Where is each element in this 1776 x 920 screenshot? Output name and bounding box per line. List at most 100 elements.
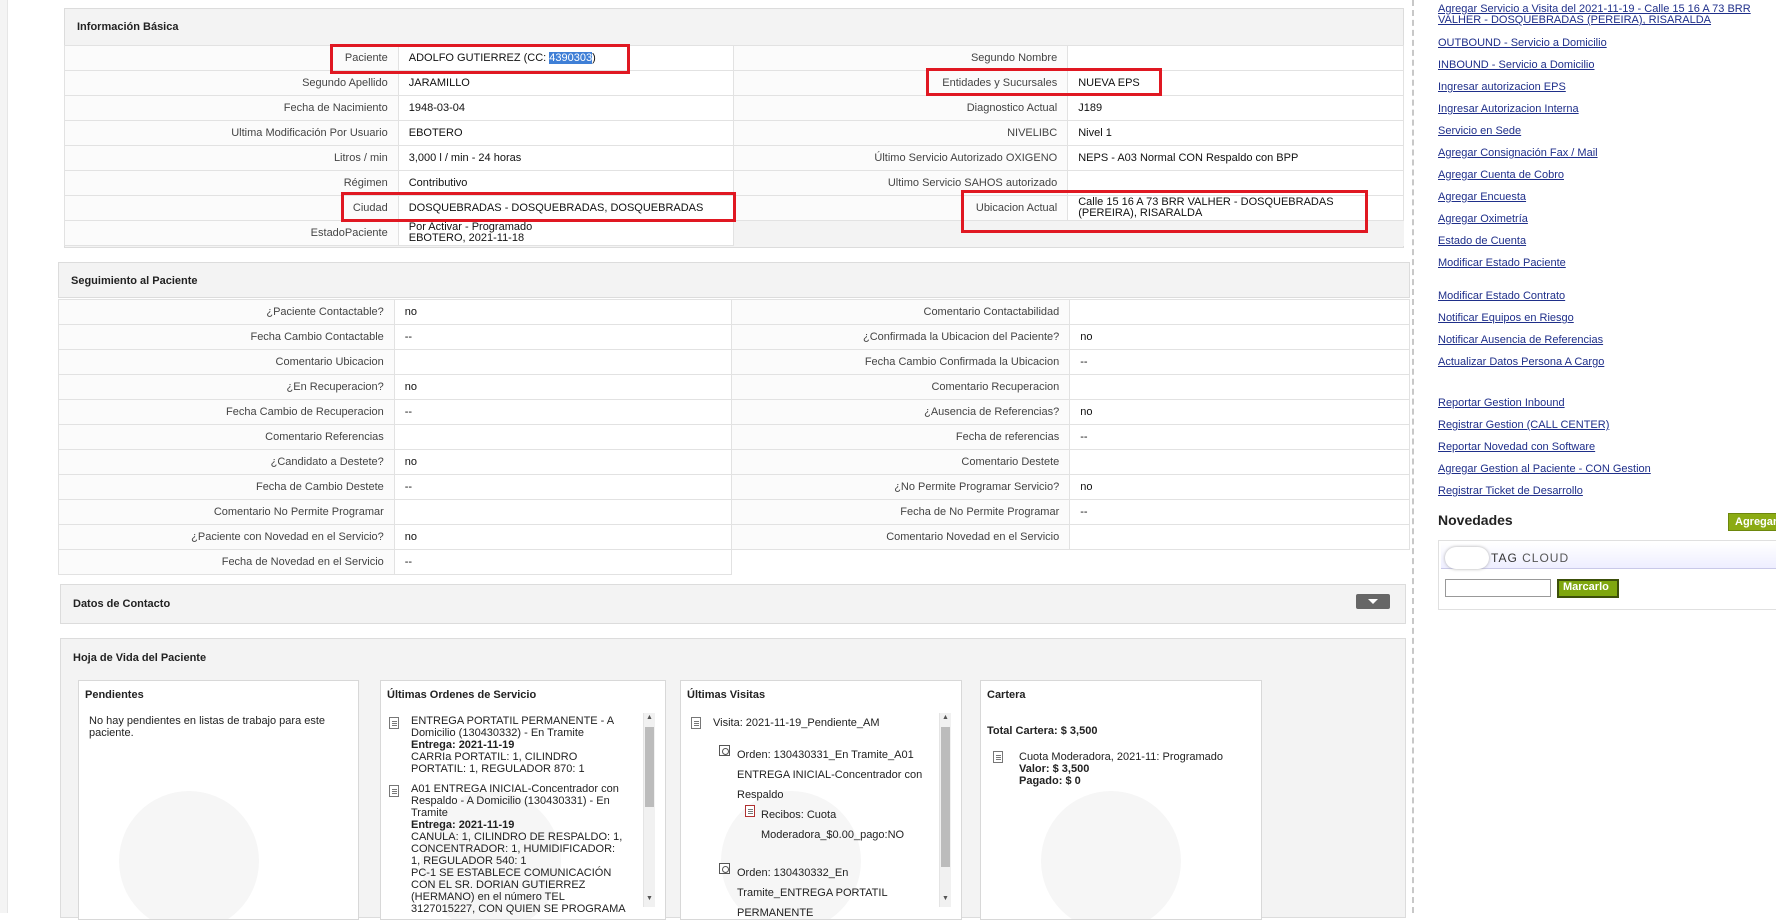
label-litros: Litros / min — [64, 145, 399, 171]
link-outbound[interactable]: OUTBOUND - Servicio a Domicilio — [1438, 37, 1607, 50]
value-candidato-destete: no — [393, 449, 733, 475]
link-ausencia-referencias[interactable]: Notificar Ausencia de Referencias — [1438, 334, 1604, 347]
annotation-box-entidades — [926, 68, 1162, 96]
tag-cloud-header: TAG CLOUD — [1441, 543, 1776, 569]
value-ausencia-referencias: no — [1069, 399, 1410, 425]
scroll-thumb[interactable] — [645, 727, 654, 807]
scroll-down-icon[interactable]: ▼ — [646, 895, 653, 902]
wallet-item[interactable]: Cuota Moderadora, 2021-11: Programado Va… — [1019, 751, 1223, 787]
visit-item[interactable]: Visita: 2021-11-19_Pendiente_AM — [713, 717, 880, 729]
marcarlo-button[interactable]: Marcarlo — [1557, 579, 1619, 598]
left-border — [0, 0, 8, 913]
pending-text: No hay pendientes en listas de trabajo p… — [89, 715, 326, 739]
visit-receipt-detail: Moderadora_$0.00_pago:NO — [761, 829, 905, 841]
value-en-recuperacion: no — [393, 374, 733, 400]
label-estado-paciente: EstadoPaciente — [64, 220, 399, 246]
label-segundo-nombre: Segundo Nombre — [733, 45, 1069, 71]
value-segundo-apellido: JARAMILLO — [397, 70, 735, 96]
scroll-down-icon[interactable]: ▼ — [942, 895, 949, 902]
label-contactable: ¿Paciente Contactable? — [58, 299, 395, 325]
scroll-up-icon[interactable]: ▲ — [646, 714, 653, 721]
agregar-button[interactable]: Agregar — [1728, 513, 1776, 531]
expand-toggle-icon[interactable] — [1356, 594, 1390, 609]
label-fecha-nacimiento: Fecha de Nacimiento — [64, 95, 399, 121]
label-fecha-recuperacion: Fecha Cambio de Recuperacion — [58, 399, 395, 425]
label-fecha-novedad: Fecha de Novedad en el Servicio — [58, 549, 395, 575]
link-cuenta-cobro[interactable]: Agregar Cuenta de Cobro — [1438, 169, 1607, 182]
link-autorizacion-interna[interactable]: Ingresar Autorizacion Interna — [1438, 103, 1607, 116]
basic-info-title: Información Básica — [77, 21, 179, 33]
link-novedad-software[interactable]: Reportar Novedad con Software — [1438, 441, 1651, 454]
follow-up-header: Seguimiento al Paciente — [58, 262, 1410, 298]
link-consignacion[interactable]: Agregar Consignación Fax / Mail — [1438, 147, 1607, 160]
vertical-divider — [1412, 0, 1414, 913]
value-fecha-destete: -- — [393, 474, 733, 500]
order-item[interactable]: A01 ENTREGA INICIAL-Concentrador con Resp… — [411, 783, 641, 915]
wallet-title: Cartera — [987, 689, 1026, 701]
label-ultima-modificacion: Ultima Modificación Por Usuario — [64, 120, 399, 146]
value-estado-paciente: Por Activar - Programado EBOTERO, 2021-11… — [397, 220, 735, 246]
link-modificar-estado-paciente[interactable]: Modificar Estado Paciente — [1438, 257, 1607, 270]
link-gestion-paciente[interactable]: Agregar Gestion al Paciente - CON Gestio… — [1438, 463, 1651, 476]
pending-title: Pendientes — [85, 689, 144, 701]
scroll-up-icon[interactable]: ▲ — [942, 714, 949, 721]
label-nivelibc: NIVELIBC — [733, 120, 1069, 146]
link-equipos-riesgo[interactable]: Notificar Equipos en Riesgo — [1438, 312, 1604, 325]
wallet-total: Total Cartera: $ 3,500 — [987, 725, 1098, 737]
link-inbound[interactable]: INBOUND - Servicio a Domicilio — [1438, 59, 1607, 72]
order-doc-icon — [389, 717, 399, 729]
visit-receipt[interactable]: Recibos: Cuota — [761, 805, 836, 825]
link-actualizar-datos[interactable]: Actualizar Datos Persona A Cargo — [1438, 356, 1604, 369]
link-estado-cuenta[interactable]: Estado de Cuenta — [1438, 235, 1607, 248]
value-diagnostico: J189 — [1067, 95, 1404, 121]
label-fecha-confirmada-ubicacion: Fecha Cambio Confirmada la Ubicacion — [731, 349, 1071, 375]
right-sidebar: Agregar Servicio a Visita del 2021-11-19… — [1438, 0, 1776, 913]
main-content: Información Básica Paciente ADOLFO GUTIE… — [58, 0, 1410, 920]
contact-panel[interactable]: Datos de Contacto — [60, 584, 1406, 624]
wallet-doc-icon — [993, 751, 1003, 763]
order-status-icon — [719, 863, 730, 874]
link-servicio-sede[interactable]: Servicio en Sede — [1438, 125, 1607, 138]
label-comentario-no-permite: Comentario No Permite Programar — [58, 499, 395, 525]
table-row: ¿Paciente con Novedad en el Servicio? no C… — [58, 524, 1410, 550]
visit-order-2[interactable]: Orden: 130430332_En Tramite_ENTREGA PORTA… — [737, 863, 888, 919]
scroll-thumb[interactable] — [941, 727, 950, 867]
value-comentario-ubicacion — [393, 349, 733, 375]
link-gestion-call-center[interactable]: Registrar Gestion (CALL CENTER) — [1438, 419, 1651, 432]
table-row: ¿En Recuperacion? no Comentario Recuperaci… — [58, 374, 1410, 400]
order-status-icon — [719, 745, 730, 756]
table-row: ¿Candidato a Destete? no Comentario Destet… — [58, 449, 1410, 475]
link-gestion-inbound[interactable]: Reportar Gestion Inbound — [1438, 397, 1651, 410]
link-autorizacion-eps[interactable]: Ingresar autorizacion EPS — [1438, 81, 1607, 94]
link-encuesta[interactable]: Agregar Encuesta — [1438, 191, 1607, 204]
link-oximetria[interactable]: Agregar Oximetría — [1438, 213, 1607, 226]
order-item[interactable]: ENTREGA PORTATIL PERMANENTE - A Domicilio… — [411, 715, 641, 775]
label-ausencia-referencias: ¿Ausencia de Referencias? — [731, 399, 1071, 425]
link-agregar-servicio-visita[interactable]: Agregar Servicio a Visita del 2021-11-19… — [1438, 4, 1774, 26]
visits-scrollbar[interactable]: ▲ ▼ — [939, 713, 951, 907]
orders-scrollbar[interactable]: ▲ ▼ — [643, 713, 655, 907]
paw-watermark-icon — [119, 791, 259, 919]
value-fecha-novedad: -- — [393, 549, 733, 575]
tag-input[interactable] — [1445, 579, 1551, 597]
visit-doc-icon — [691, 717, 701, 729]
value-no-permite-programar: no — [1069, 474, 1410, 500]
visits-card: Últimas Visitas Visita: 2021-11-19_Pendi… — [680, 680, 962, 920]
label-segundo-apellido: Segundo Apellido — [64, 70, 399, 96]
link-modificar-estado-contrato[interactable]: Modificar Estado Contrato — [1438, 290, 1604, 303]
label-no-permite-programar: ¿No Permite Programar Servicio? — [731, 474, 1071, 500]
table-row: ¿Paciente Contactable? no Comentario Conta… — [58, 299, 1410, 325]
value-comentario-contactabilidad — [1069, 299, 1410, 325]
table-row: Paciente ADOLFO GUTIERREZ (CC: 4390303) … — [64, 45, 1404, 71]
visit-order-1[interactable]: Orden: 130430331_En Tramite_A01 ENTREGA I… — [737, 745, 922, 805]
table-row: Fecha de Cambio Destete -- ¿No Permite Pro… — [58, 474, 1410, 500]
action-menu-group-1: OUTBOUND - Servicio a Domicilio INBOUND … — [1438, 37, 1607, 279]
label-comentario-recuperacion: Comentario Recuperacion — [731, 374, 1071, 400]
paw-watermark-icon — [1041, 791, 1181, 919]
value-confirmada-ubicacion: no — [1069, 324, 1410, 350]
table-row: Fecha de Novedad en el Servicio -- — [58, 549, 1410, 575]
label-ultimo-oxigeno: Último Servicio Autorizado OXIGENO — [733, 145, 1069, 171]
link-ticket-desarrollo[interactable]: Registrar Ticket de Desarrollo — [1438, 485, 1651, 498]
table-row: Comentario No Permite Programar Fecha de … — [58, 499, 1410, 525]
visits-title: Últimas Visitas — [687, 689, 766, 701]
